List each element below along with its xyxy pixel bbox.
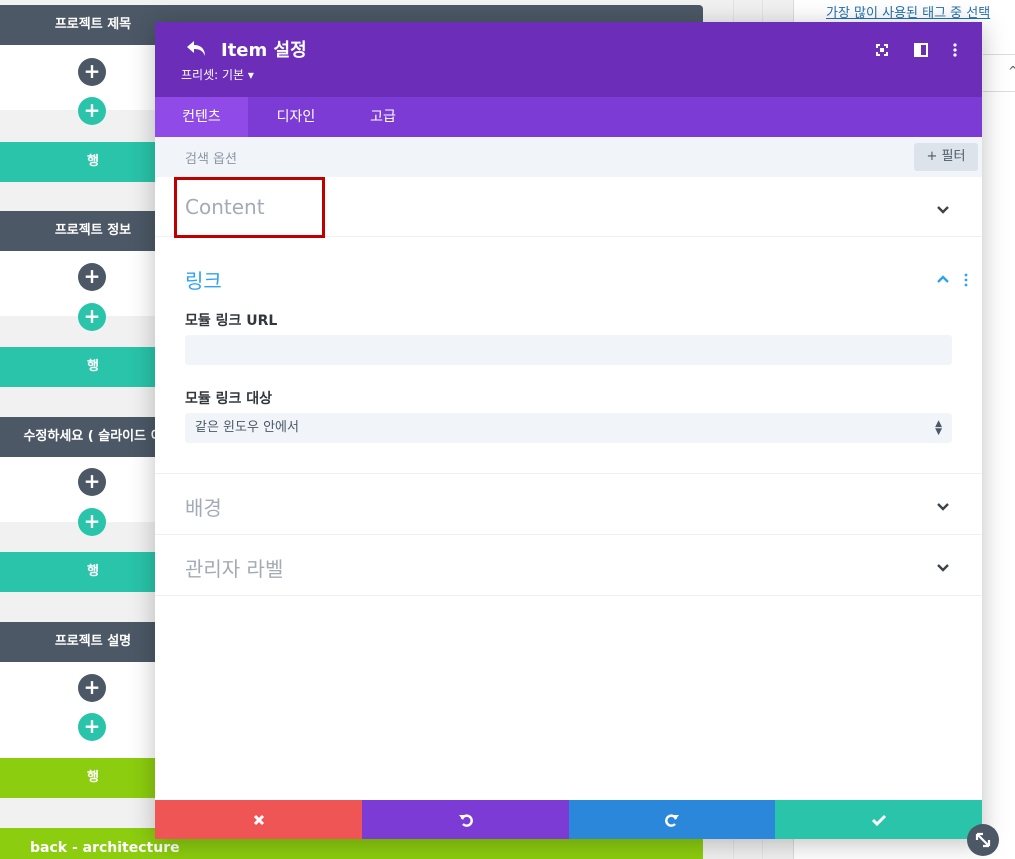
chevron-up-icon[interactable]: ^ <box>1008 64 1015 78</box>
add-module-button[interactable]: + <box>78 468 106 496</box>
resize-icon <box>975 832 991 848</box>
redo-button[interactable] <box>569 800 775 839</box>
toggle-title[interactable]: 링크 <box>185 265 222 294</box>
more-vertical-icon[interactable] <box>947 42 963 58</box>
add-module-button[interactable]: + <box>78 674 106 702</box>
add-row-button[interactable]: + <box>78 713 106 741</box>
undo-button[interactable] <box>362 800 569 839</box>
add-row-button[interactable]: + <box>78 303 106 331</box>
preset-dropdown[interactable]: 프리셋: 기본 ▾ <box>181 66 254 83</box>
tab-content[interactable]: 컨텐츠 <box>155 97 248 137</box>
tab-design[interactable]: 디자인 <box>248 97 344 137</box>
modal-header: Item 설정 프리셋: 기본 ▾ <box>155 22 982 97</box>
cancel-button[interactable] <box>155 800 362 839</box>
add-module-button[interactable]: + <box>78 58 106 86</box>
checkmark-icon <box>871 814 886 826</box>
module-link-target-select[interactable]: 같은 윈도우 안에서 ▲ ▼ <box>185 413 952 443</box>
add-row-button[interactable]: + <box>78 508 106 536</box>
save-button[interactable] <box>775 800 982 839</box>
resize-handle[interactable] <box>967 824 999 856</box>
chevron-up-icon[interactable] <box>936 274 950 284</box>
most-used-tags-link[interactable]: 가장 많이 사용된 태그 중 선택 <box>826 2 990 21</box>
tab-bar: 컨텐츠 디자인 고급 <box>155 97 982 137</box>
modal-footer <box>155 800 982 839</box>
settings-scroll-area: Content 링크 모듈 링크 URL 모듈 링크 대상 같은 윈도우 안에서… <box>155 177 982 800</box>
back-arrow-icon[interactable] <box>185 38 209 60</box>
select-value: 같은 윈도우 안에서 <box>195 420 299 435</box>
highlight-box <box>174 177 325 238</box>
search-options-bar: 검색 옵션 + 필터 <box>155 137 982 177</box>
add-module-button[interactable]: + <box>78 263 106 291</box>
filter-button[interactable]: + 필터 <box>914 143 978 171</box>
toggle-background[interactable]: 배경 <box>155 474 982 535</box>
redo-icon <box>665 813 679 827</box>
undo-icon <box>458 813 473 827</box>
settings-modal: Item 설정 프리셋: 기본 ▾ 컨텐츠 디자인 고급 검색 옵션 + 필터 … <box>155 22 982 839</box>
split-view-icon[interactable] <box>913 42 929 58</box>
tab-advanced[interactable]: 고급 <box>344 97 422 137</box>
toggle-title: 관리자 라벨 <box>185 557 284 581</box>
fullscreen-icon[interactable] <box>874 42 890 58</box>
select-arrows-icon: ▲ ▼ <box>935 419 942 437</box>
toggle-title: 배경 <box>185 496 222 520</box>
module-link-url-label: 모듈 링크 URL <box>185 313 278 329</box>
search-options-input[interactable]: 검색 옵션 <box>185 148 237 167</box>
modal-title: Item 설정 <box>221 40 307 61</box>
toggle-link: 링크 모듈 링크 URL 모듈 링크 대상 같은 윈도우 안에서 ▲ ▼ <box>155 237 982 474</box>
module-link-url-input[interactable] <box>185 335 952 365</box>
more-vertical-icon[interactable] <box>963 273 969 287</box>
chevron-down-icon[interactable] <box>936 502 950 512</box>
chevron-down-icon[interactable] <box>936 563 950 573</box>
module-link-target-label: 모듈 링크 대상 <box>185 391 273 407</box>
toggle-admin-label[interactable]: 관리자 라벨 <box>155 535 982 596</box>
chevron-down-icon[interactable] <box>936 205 950 215</box>
close-icon <box>253 814 264 825</box>
add-row-button[interactable]: + <box>78 97 106 125</box>
